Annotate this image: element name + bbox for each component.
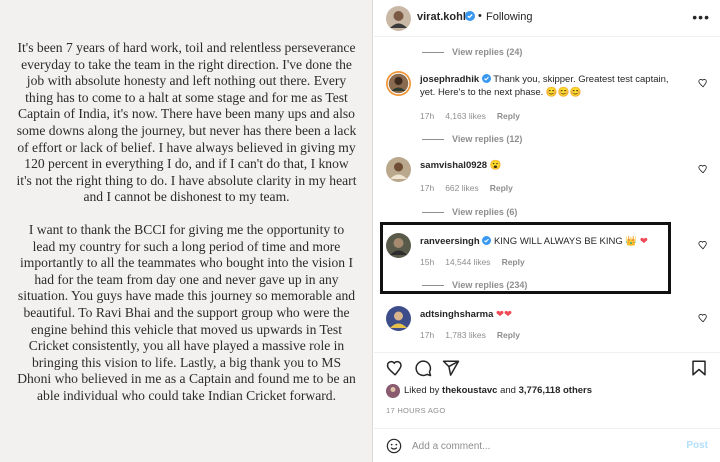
comment-username[interactable]: samvishal0928 [420, 160, 487, 171]
statement-text: It's been 7 years of hard work, toil and… [16, 40, 357, 420]
comment-meta: 15h 14,544 likes Reply [420, 257, 525, 267]
comment-emojis: 👑 ❤ [625, 236, 648, 247]
following-button[interactable]: Following [486, 11, 532, 23]
replies-line [422, 211, 444, 213]
commenter-avatar[interactable] [386, 157, 411, 182]
commenter-avatar[interactable] [386, 233, 411, 258]
comment-time[interactable]: 17h [420, 330, 434, 340]
heart-icon[interactable] [698, 78, 708, 88]
author-username[interactable]: virat.kohli [417, 11, 469, 23]
comment-emojis: 😊😊😊 [545, 87, 582, 98]
comment-likes[interactable]: 1,783 likes [445, 330, 486, 340]
replies-line [422, 51, 444, 53]
liked-by-text: Liked by thekoustavc and 3,776,118 other… [404, 385, 592, 396]
comment-time[interactable]: 15h [420, 257, 434, 267]
view-replies-label: View replies (12) [452, 134, 523, 144]
replies-line [422, 138, 444, 140]
heart-icon[interactable] [386, 359, 404, 377]
liked-by-user[interactable]: thekoustavc [442, 385, 497, 396]
bookmark-icon[interactable] [690, 359, 708, 377]
view-replies-label: View replies (24) [452, 47, 523, 57]
comment-emojis: 😮 [489, 160, 502, 171]
comment-body: josephradhik Thank you, skipper. Greates… [420, 73, 682, 99]
liked-by-and: and [500, 385, 516, 396]
verified-icon [482, 236, 492, 245]
comment-text: KING WILL ALWAYS BE KING [493, 236, 623, 247]
comment-likes[interactable]: 4,163 likes [445, 111, 486, 121]
view-replies-top[interactable]: View replies (24) [422, 47, 522, 57]
action-bar [374, 352, 720, 382]
comment-emojis: ❤❤ [496, 309, 512, 320]
post-time[interactable]: 17 HOURS AGO [386, 406, 445, 415]
heart-icon[interactable] [698, 313, 708, 323]
view-replies-3[interactable]: View replies (234) [422, 280, 527, 290]
comment-username[interactable]: josephradhik [420, 74, 479, 85]
replies-line [422, 284, 444, 286]
post-button[interactable]: Post [686, 440, 708, 451]
emoji-icon[interactable] [386, 438, 402, 454]
comment-time[interactable]: 17h [420, 111, 434, 121]
comment-meta: 17h 662 likes Reply [420, 183, 513, 193]
verified-icon [465, 11, 475, 21]
comment-input[interactable] [412, 438, 662, 454]
comment-body: samvishal0928 😮 [420, 159, 682, 172]
view-replies-2[interactable]: View replies (6) [422, 207, 517, 217]
heart-icon[interactable] [698, 164, 708, 174]
view-replies-label: View replies (6) [452, 207, 518, 217]
liked-by-prefix: Liked by [404, 385, 440, 396]
view-replies-label: View replies (234) [452, 280, 528, 290]
comment-body: ranveersingh KING WILL ALWAYS BE KING 👑 … [420, 235, 682, 248]
add-comment-bar: Post [374, 428, 720, 462]
heart-icon[interactable] [698, 240, 708, 250]
comment-meta: 17h 1,783 likes Reply [420, 330, 520, 340]
reply-button[interactable]: Reply [490, 183, 513, 193]
separator-dot: • [478, 10, 482, 22]
comment-time[interactable]: 17h [420, 183, 434, 193]
comment-username[interactable]: ranveersingh [420, 236, 480, 247]
commenter-avatar[interactable] [386, 306, 411, 331]
liked-by-others[interactable]: 3,776,118 others [519, 385, 592, 396]
post-header: virat.kohli • Following ••• [374, 0, 720, 37]
view-replies-1[interactable]: View replies (12) [422, 134, 522, 144]
statement-paragraph-1: It's been 7 years of hard work, toil and… [16, 40, 357, 205]
comment-likes[interactable]: 662 likes [445, 183, 479, 193]
post-image: It's been 7 years of hard work, toil and… [0, 0, 373, 462]
liker-avatar[interactable] [386, 384, 400, 398]
reply-button[interactable]: Reply [497, 111, 520, 121]
comments-panel: virat.kohli • Following ••• View replies… [374, 0, 720, 462]
comment-likes[interactable]: 14,544 likes [445, 257, 490, 267]
statement-paragraph-2: I want to thank the BCCI for giving me t… [17, 221, 356, 403]
reply-button[interactable]: Reply [502, 257, 525, 267]
reply-button[interactable]: Reply [497, 330, 520, 340]
verified-icon [481, 74, 491, 83]
comment-username[interactable]: adtsinghsharma [420, 309, 493, 320]
more-options-icon[interactable]: ••• [692, 9, 710, 25]
comment-meta: 17h 4,163 likes Reply [420, 111, 520, 121]
author-avatar[interactable] [386, 6, 411, 31]
comment-body: adtsinghsharma ❤❤ [420, 308, 682, 321]
comment-icon[interactable] [414, 359, 432, 377]
commenter-avatar[interactable] [386, 71, 411, 96]
share-icon[interactable] [442, 359, 460, 377]
